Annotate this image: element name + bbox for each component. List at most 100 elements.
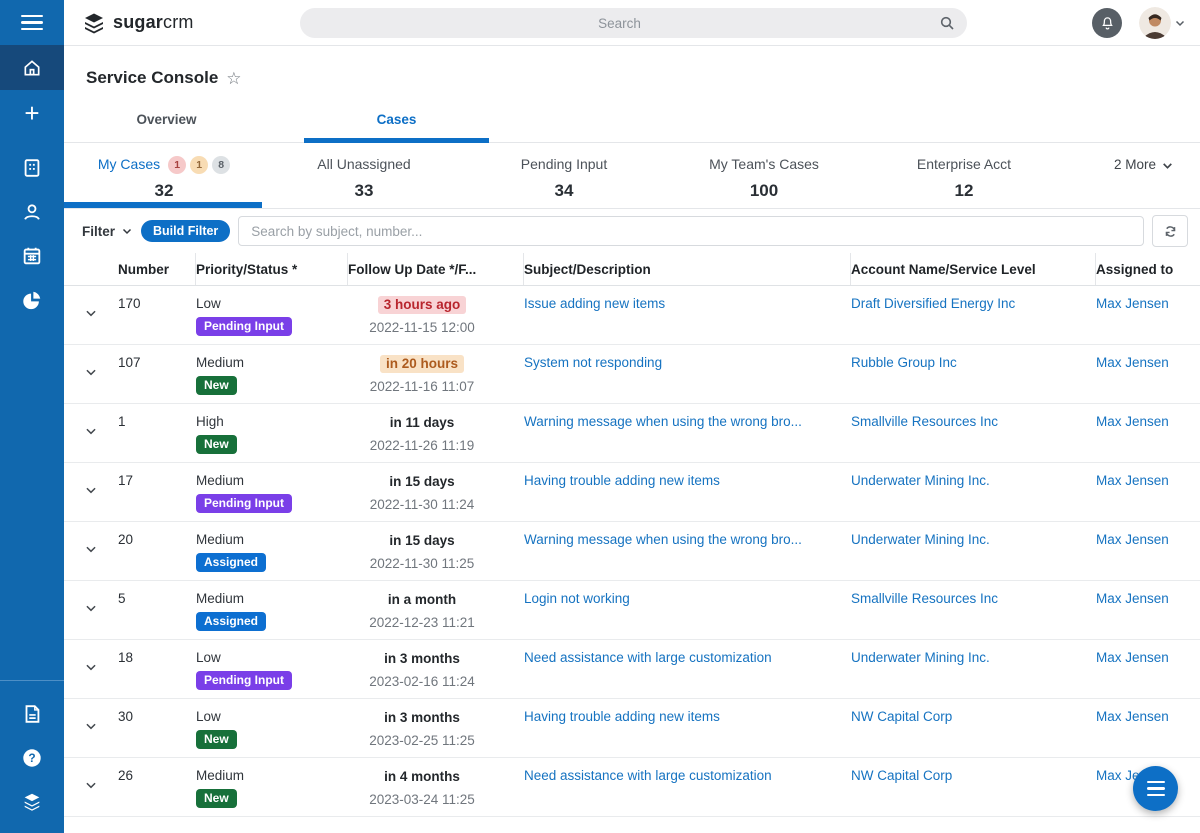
chevron-down-icon — [84, 719, 98, 733]
brand-logo[interactable]: sugarcrm — [82, 11, 194, 35]
assigned-user-link[interactable]: Max Jensen — [1096, 709, 1169, 724]
user-menu[interactable] — [1139, 7, 1186, 39]
count-badge: 8 — [212, 156, 230, 174]
row-expand-button[interactable] — [64, 581, 118, 615]
account-link[interactable]: Smallville Resources Inc — [851, 414, 998, 429]
case-subject-link[interactable]: System not responding — [524, 355, 662, 370]
followup-cell: 3 hours ago 2022-11-15 12:00 — [348, 286, 524, 335]
sugarcrm-layers-icon[interactable] — [21, 791, 43, 813]
priority-label: Medium — [196, 768, 348, 783]
priority-status-cell: Low Pending Input — [196, 640, 348, 690]
account-link[interactable]: Underwater Mining Inc. — [851, 473, 990, 488]
row-expand-button[interactable] — [64, 345, 118, 379]
favorite-star-icon[interactable]: ☆ — [226, 70, 241, 87]
case-row: 20 Medium Assigned in 15 days 2022-11-30… — [64, 522, 1200, 581]
subtab-count: 100 — [664, 181, 864, 201]
more-tabs-button[interactable]: 2 More — [1114, 143, 1174, 208]
account-link[interactable]: Underwater Mining Inc. — [851, 532, 990, 547]
account-link[interactable]: Rubble Group Inc — [851, 355, 957, 370]
subtab-count: 32 — [64, 181, 264, 201]
case-row: 1 High New in 11 days 2022-11-26 11:19 W… — [64, 404, 1200, 463]
console-tabs: Overview Cases — [64, 106, 1200, 143]
accounts-icon[interactable] — [21, 157, 43, 179]
chevron-down-icon — [1174, 17, 1186, 29]
account-link[interactable]: NW Capital Corp — [851, 768, 952, 783]
row-expand-button[interactable] — [64, 286, 118, 320]
refresh-button[interactable] — [1152, 215, 1188, 247]
build-filter-button[interactable]: Build Filter — [141, 220, 230, 242]
followup-cell: in a month 2022-12-23 11:21 — [348, 581, 524, 630]
assigned-user-link[interactable]: Max Jensen — [1096, 650, 1169, 665]
assigned-user-link[interactable]: Max Jensen — [1096, 296, 1169, 311]
case-subject-link[interactable]: Warning message when using the wrong bro… — [524, 414, 802, 429]
main-menu-button[interactable] — [0, 0, 64, 45]
row-expand-button[interactable] — [64, 463, 118, 497]
col-number[interactable]: Number — [118, 253, 196, 285]
row-expand-button[interactable] — [64, 640, 118, 674]
row-expand-button[interactable] — [64, 699, 118, 733]
row-expand-button[interactable] — [64, 758, 118, 792]
priority-status-cell: Low New — [196, 699, 348, 749]
account-link[interactable]: Underwater Mining Inc. — [851, 650, 990, 665]
status-badge: New — [196, 789, 237, 808]
tab-cases[interactable]: Cases — [304, 106, 489, 142]
followup-date: 2023-02-25 11:25 — [348, 733, 496, 748]
col-assigned-to[interactable]: Assigned to — [1096, 253, 1200, 285]
case-search-input[interactable] — [238, 216, 1144, 246]
col-followup-date[interactable]: Follow Up Date */F... — [348, 253, 524, 285]
col-subject[interactable]: Subject/Description — [524, 253, 851, 285]
sidebar-item-create[interactable]: + — [0, 90, 64, 135]
account-link[interactable]: Smallville Resources Inc — [851, 591, 998, 606]
assigned-user-link[interactable]: Max Jensen — [1096, 473, 1169, 488]
chevron-down-icon — [84, 365, 98, 379]
plus-icon: + — [24, 100, 39, 126]
followup-relative: in 15 days — [383, 532, 460, 550]
subtab-my-team-s-cases[interactable]: My Team's Cases 100 — [664, 143, 864, 208]
col-priority-status[interactable]: Priority/Status * — [196, 253, 348, 285]
quick-actions-fab[interactable] — [1133, 766, 1178, 811]
calendar-icon[interactable] — [21, 245, 43, 267]
case-row: 170 Low Pending Input 3 hours ago 2022-1… — [64, 286, 1200, 345]
assigned-user-link[interactable]: Max Jensen — [1096, 532, 1169, 547]
reports-pie-icon[interactable] — [21, 289, 43, 311]
notifications-button[interactable] — [1092, 8, 1122, 38]
assigned-user-link[interactable]: Max Jensen — [1096, 591, 1169, 606]
status-badge: Assigned — [196, 612, 266, 631]
account-link[interactable]: Draft Diversified Energy Inc — [851, 296, 1015, 311]
global-search[interactable] — [300, 8, 967, 38]
case-subject-link[interactable]: Having trouble adding new items — [524, 709, 720, 724]
priority-label: Medium — [196, 473, 348, 488]
col-account[interactable]: Account Name/Service Level — [851, 253, 1096, 285]
case-subject-link[interactable]: Login not working — [524, 591, 630, 606]
case-subject-link[interactable]: Having trouble adding new items — [524, 473, 720, 488]
subtab-enterprise-acct[interactable]: Enterprise Acct 12 — [864, 143, 1064, 208]
followup-relative: in 4 months — [378, 768, 466, 786]
case-subject-link[interactable]: Issue adding new items — [524, 296, 665, 311]
search-icon[interactable] — [939, 15, 955, 31]
assigned-user-link[interactable]: Max Jensen — [1096, 355, 1169, 370]
subtab-all-unassigned[interactable]: All Unassigned 33 — [264, 143, 464, 208]
row-expand-button[interactable] — [64, 522, 118, 556]
followup-cell: in 3 months 2023-02-16 11:24 — [348, 640, 524, 689]
count-badge: 1 — [168, 156, 186, 174]
case-subject-link[interactable]: Need assistance with large customization — [524, 768, 772, 783]
account-link[interactable]: NW Capital Corp — [851, 709, 952, 724]
top-bar: sugarcrm — [64, 0, 1200, 46]
case-subject-link[interactable]: Warning message when using the wrong bro… — [524, 532, 802, 547]
subtab-pending-input[interactable]: Pending Input 34 — [464, 143, 664, 208]
help-icon[interactable]: ? — [21, 747, 43, 769]
subtab-my-cases[interactable]: My Cases118 32 — [64, 143, 264, 208]
sidebar-item-home[interactable] — [0, 45, 64, 90]
tab-overview[interactable]: Overview — [84, 106, 249, 142]
filter-dropdown[interactable]: Filter — [82, 224, 133, 239]
notes-icon[interactable] — [21, 703, 43, 725]
global-search-input[interactable] — [300, 16, 939, 31]
row-expand-button[interactable] — [64, 404, 118, 438]
contacts-icon[interactable] — [21, 201, 43, 223]
assigned-user-link[interactable]: Max Jensen — [1096, 414, 1169, 429]
priority-label: Medium — [196, 591, 348, 606]
status-badge: Pending Input — [196, 671, 292, 690]
bell-icon — [1100, 16, 1115, 31]
case-subject-link[interactable]: Need assistance with large customization — [524, 650, 772, 665]
chevron-down-icon — [84, 483, 98, 497]
